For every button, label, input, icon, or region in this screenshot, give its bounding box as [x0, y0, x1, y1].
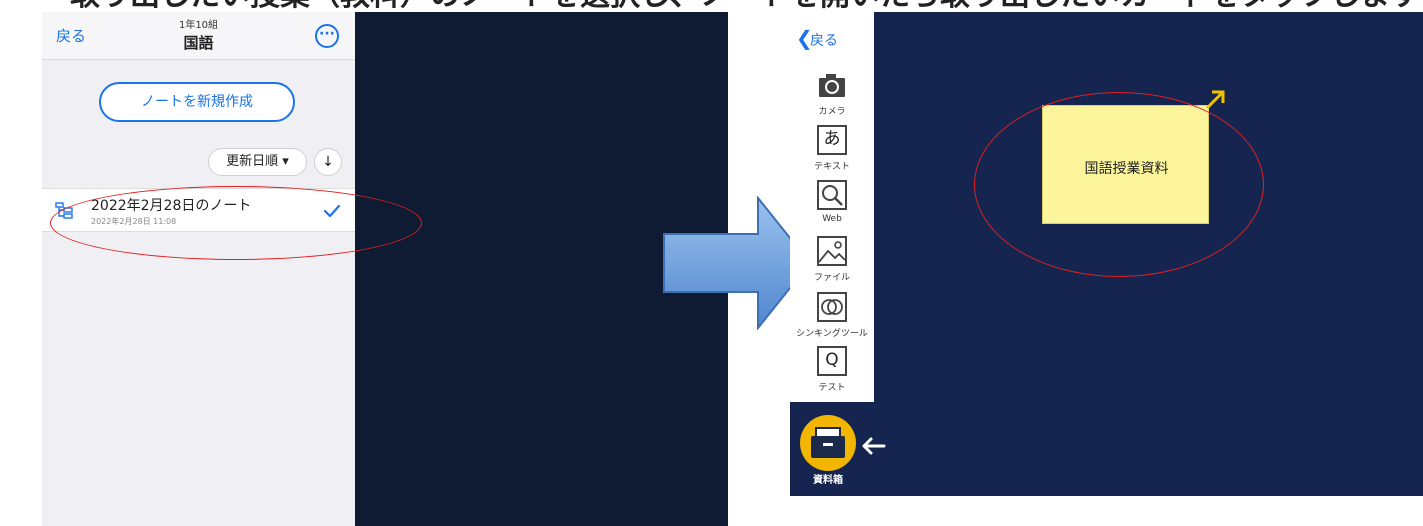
camera-icon	[819, 74, 845, 97]
tool-label: Web	[822, 214, 842, 224]
note-list-item[interactable]: 2022年2月28日のノート 2022年2月28日 11:08	[42, 188, 355, 232]
sticky-card[interactable]: 国語授業資料	[1042, 105, 1209, 224]
subject-title: 国語	[183, 34, 214, 52]
note-list-screen: 戻る 1年10組 国語 ··· ノートを新規作成 更新日順 ▾ ↓ 2022年2…	[42, 12, 728, 526]
tool-label: テキスト	[814, 162, 850, 172]
tool-thinking[interactable]: シンキングツール	[790, 292, 874, 348]
tool-label: ファイル	[813, 273, 850, 283]
class-label: 1年10組	[178, 20, 219, 31]
back-button[interactable]: 戻る	[810, 30, 838, 50]
tutorial-figure: 取り出したい授業（教科）のノートを選択し、ノートを開いたら取り出したいカードをタ…	[0, 0, 1423, 526]
card-toolbar: ❮ 戻る カメラ あ テキスト Web ファイル シンキングツール Q テスト	[790, 12, 874, 402]
note-tree-icon	[55, 202, 73, 219]
text-icon: あ	[817, 125, 847, 155]
more-options-icon[interactable]: ···	[315, 24, 339, 48]
card-text: 国語授業資料	[1084, 161, 1169, 177]
sort-dropdown[interactable]: 更新日順 ▾	[208, 148, 307, 176]
tool-text[interactable]: あ テキスト	[790, 125, 874, 181]
test-icon: Q	[817, 346, 847, 376]
arrow-left-icon	[862, 437, 886, 455]
thinking-tool-icon	[817, 292, 847, 322]
new-note-button[interactable]: ノートを新規作成	[99, 82, 295, 122]
note-date: 2022年2月28日 11:08	[91, 217, 177, 226]
web-search-icon	[817, 180, 847, 210]
note-editor-screen: ❮ 戻る カメラ あ テキスト Web ファイル シンキングツール Q テスト …	[790, 12, 1423, 496]
material-box-button[interactable]	[800, 415, 856, 471]
tool-label: テスト	[818, 383, 846, 393]
material-box-label: 資料箱	[813, 475, 843, 486]
note-list-header: 戻る 1年10組 国語 ···	[42, 12, 355, 60]
tool-test[interactable]: Q テスト	[790, 346, 874, 402]
note-title: 2022年2月28日のノート	[91, 198, 252, 214]
tool-web[interactable]: Web	[790, 180, 874, 236]
tool-label: カメラ	[818, 107, 846, 117]
tool-file[interactable]: ファイル	[790, 236, 874, 292]
material-box-icon	[811, 427, 845, 458]
file-image-icon	[817, 236, 847, 266]
note-list-panel: 戻る 1年10組 国語 ··· ノートを新規作成 更新日順 ▾ ↓ 2022年2…	[42, 12, 355, 526]
tool-camera[interactable]: カメラ	[790, 70, 874, 126]
sort-direction-button[interactable]: ↓	[314, 148, 342, 176]
checkmark-icon	[323, 204, 341, 218]
resize-arrow-icon[interactable]	[1204, 89, 1226, 111]
tool-label: シンキングツール	[796, 329, 868, 339]
